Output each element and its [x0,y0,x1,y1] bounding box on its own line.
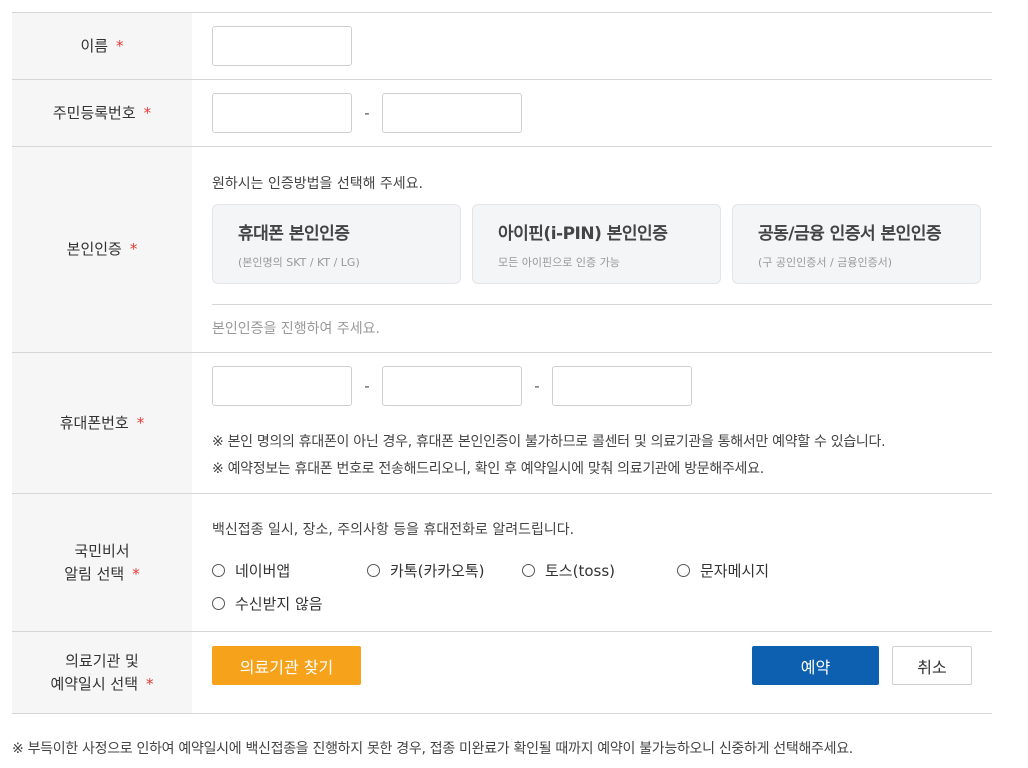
notice-label: 국민비서 알림 선택 * [12,494,192,631]
hospital-label-line2: 예약일시 선택 [50,674,139,693]
phone-last-input[interactable] [552,366,692,406]
required-mark: * [129,240,138,258]
hospital-label-line1: 의료기관 및 [65,651,139,670]
auth-method-ipin-button[interactable]: 아이핀(i-PIN) 본인인증 모든 아이핀으로 인증 가능 [472,204,721,284]
auth-status-text: 본인인증을 진행하여 주세요. [212,321,380,337]
notice-option-label: 카톡(카카오톡) [390,561,485,580]
notice-row: 국민비서 알림 선택 * 백신접종 일시, 장소, 주의사항 등을 휴대전화로 알… [12,494,992,632]
bottom-notice: ※ 부득이한 사정으로 인하여 예약일시에 백신접종을 진행하지 못한 경우, … [12,741,853,757]
notice-option-naver[interactable]: 네이버앱 [212,560,367,580]
auth-method-subtitle: 모든 아이핀으로 인증 가능 [498,256,620,269]
notice-option-label: 네이버앱 [235,561,291,580]
phone-first-input[interactable] [212,366,352,406]
phone-label-text: 휴대폰번호 [59,413,129,432]
auth-method-certificate-button[interactable]: 공동/금융 인증서 본인인증 (구 공인인증서 / 금융인증서) [732,204,981,284]
notice-option-toss[interactable]: 토스(toss) [522,560,677,580]
auth-method-title: 아이핀(i-PIN) 본인인증 [498,224,668,244]
auth-method-title: 공동/금융 인증서 본인인증 [758,224,942,244]
phone-note: ※ 예약정보는 휴대폰 번호로 전송해드리오니, 확인 후 예약일시에 맞춰 의… [212,461,764,477]
phone-notes: ※ 본인 명의의 휴대폰이 아닌 경우, 휴대폰 본인인증이 불가하므로 콜센터… [212,429,886,483]
auth-method-subtitle: (본인명의 SKT / KT / LG) [238,256,360,269]
notice-options: 네이버앱 카톡(카카오톡) 토스(toss) 문자메시지 수신받지 않음 [212,560,852,613]
reservation-form: 이름 * 주민등록번호 * - 본인인증 * 원하시는 인증방법을 선택해 주세요. … [12,12,992,714]
notice-option-none[interactable]: 수신받지 않음 [212,593,367,613]
phone-note: ※ 본인 명의의 휴대폰이 아닌 경우, 휴대폰 본인인증이 불가하므로 콜센터… [212,434,886,450]
notice-option-label: 문자메시지 [700,561,770,580]
phone-label: 휴대폰번호 * [12,353,192,493]
phone-inputs: -- [212,366,692,406]
dash-separator: - [534,377,540,395]
auth-method-list: 휴대폰 본인인증 (본인명의 SKT / KT / LG) 아이핀(i-PIN)… [212,204,981,284]
name-label: 이름 * [12,13,192,79]
notice-description: 백신접종 일시, 장소, 주의사항 등을 휴대전화로 알려드립니다. [212,522,575,538]
required-mark: * [116,36,124,55]
notice-label-line2: 알림 선택 [64,564,125,583]
hospital-row: 의료기관 및 예약일시 선택 * 의료기관 찾기 예약 취소 [12,632,992,714]
auth-description: 원하시는 인증방법을 선택해 주세요. [212,176,423,192]
rrn-row: 주민등록번호 * - [12,80,992,147]
radio-button[interactable] [212,596,225,610]
phone-row: 휴대폰번호 * -- ※ 본인 명의의 휴대폰이 아닌 경우, 휴대폰 본인인증이… [12,353,992,494]
required-mark: * [136,413,145,432]
auth-method-phone-button[interactable]: 휴대폰 본인인증 (본인명의 SKT / KT / LG) [212,204,461,284]
phone-middle-input[interactable] [382,366,522,406]
rrn-back-input[interactable] [382,93,522,133]
notice-label-line1: 국민비서 [74,541,130,560]
auth-method-subtitle: (구 공인인증서 / 금융인증서) [758,256,893,269]
notice-option-label: 수신받지 않음 [235,594,323,613]
rrn-label: 주민등록번호 * [12,80,192,146]
auth-method-title: 휴대폰 본인인증 [238,224,350,244]
cancel-button[interactable]: 취소 [892,646,972,685]
name-input[interactable] [212,26,352,66]
radio-button[interactable] [367,563,380,577]
hospital-label: 의료기관 및 예약일시 선택 * [12,632,192,713]
auth-label: 본인인증 * [12,147,192,352]
required-mark: * [146,674,154,693]
rrn-label-text: 주민등록번호 [52,103,136,122]
find-hospital-button[interactable]: 의료기관 찾기 [212,646,361,685]
auth-row: 본인인증 * 원하시는 인증방법을 선택해 주세요. 휴대폰 본인인증 (본인명의… [12,147,992,353]
radio-button[interactable] [677,563,690,577]
notice-option-label: 토스(toss) [545,561,615,580]
notice-option-kakaotalk[interactable]: 카톡(카카오톡) [367,560,522,580]
rrn-front-input[interactable] [212,93,352,133]
radio-button[interactable] [212,563,225,577]
required-mark: * [143,103,152,122]
dash-separator: - [364,377,370,395]
radio-button[interactable] [522,563,535,577]
reserve-button[interactable]: 예약 [752,646,879,685]
required-mark: * [132,564,140,583]
name-label-text: 이름 [80,36,109,55]
auth-label-text: 본인인증 [66,240,122,258]
divider [212,304,992,305]
notice-option-sms[interactable]: 문자메시지 [677,560,832,580]
dash-separator: - [364,104,370,122]
name-row: 이름 * [12,13,992,80]
